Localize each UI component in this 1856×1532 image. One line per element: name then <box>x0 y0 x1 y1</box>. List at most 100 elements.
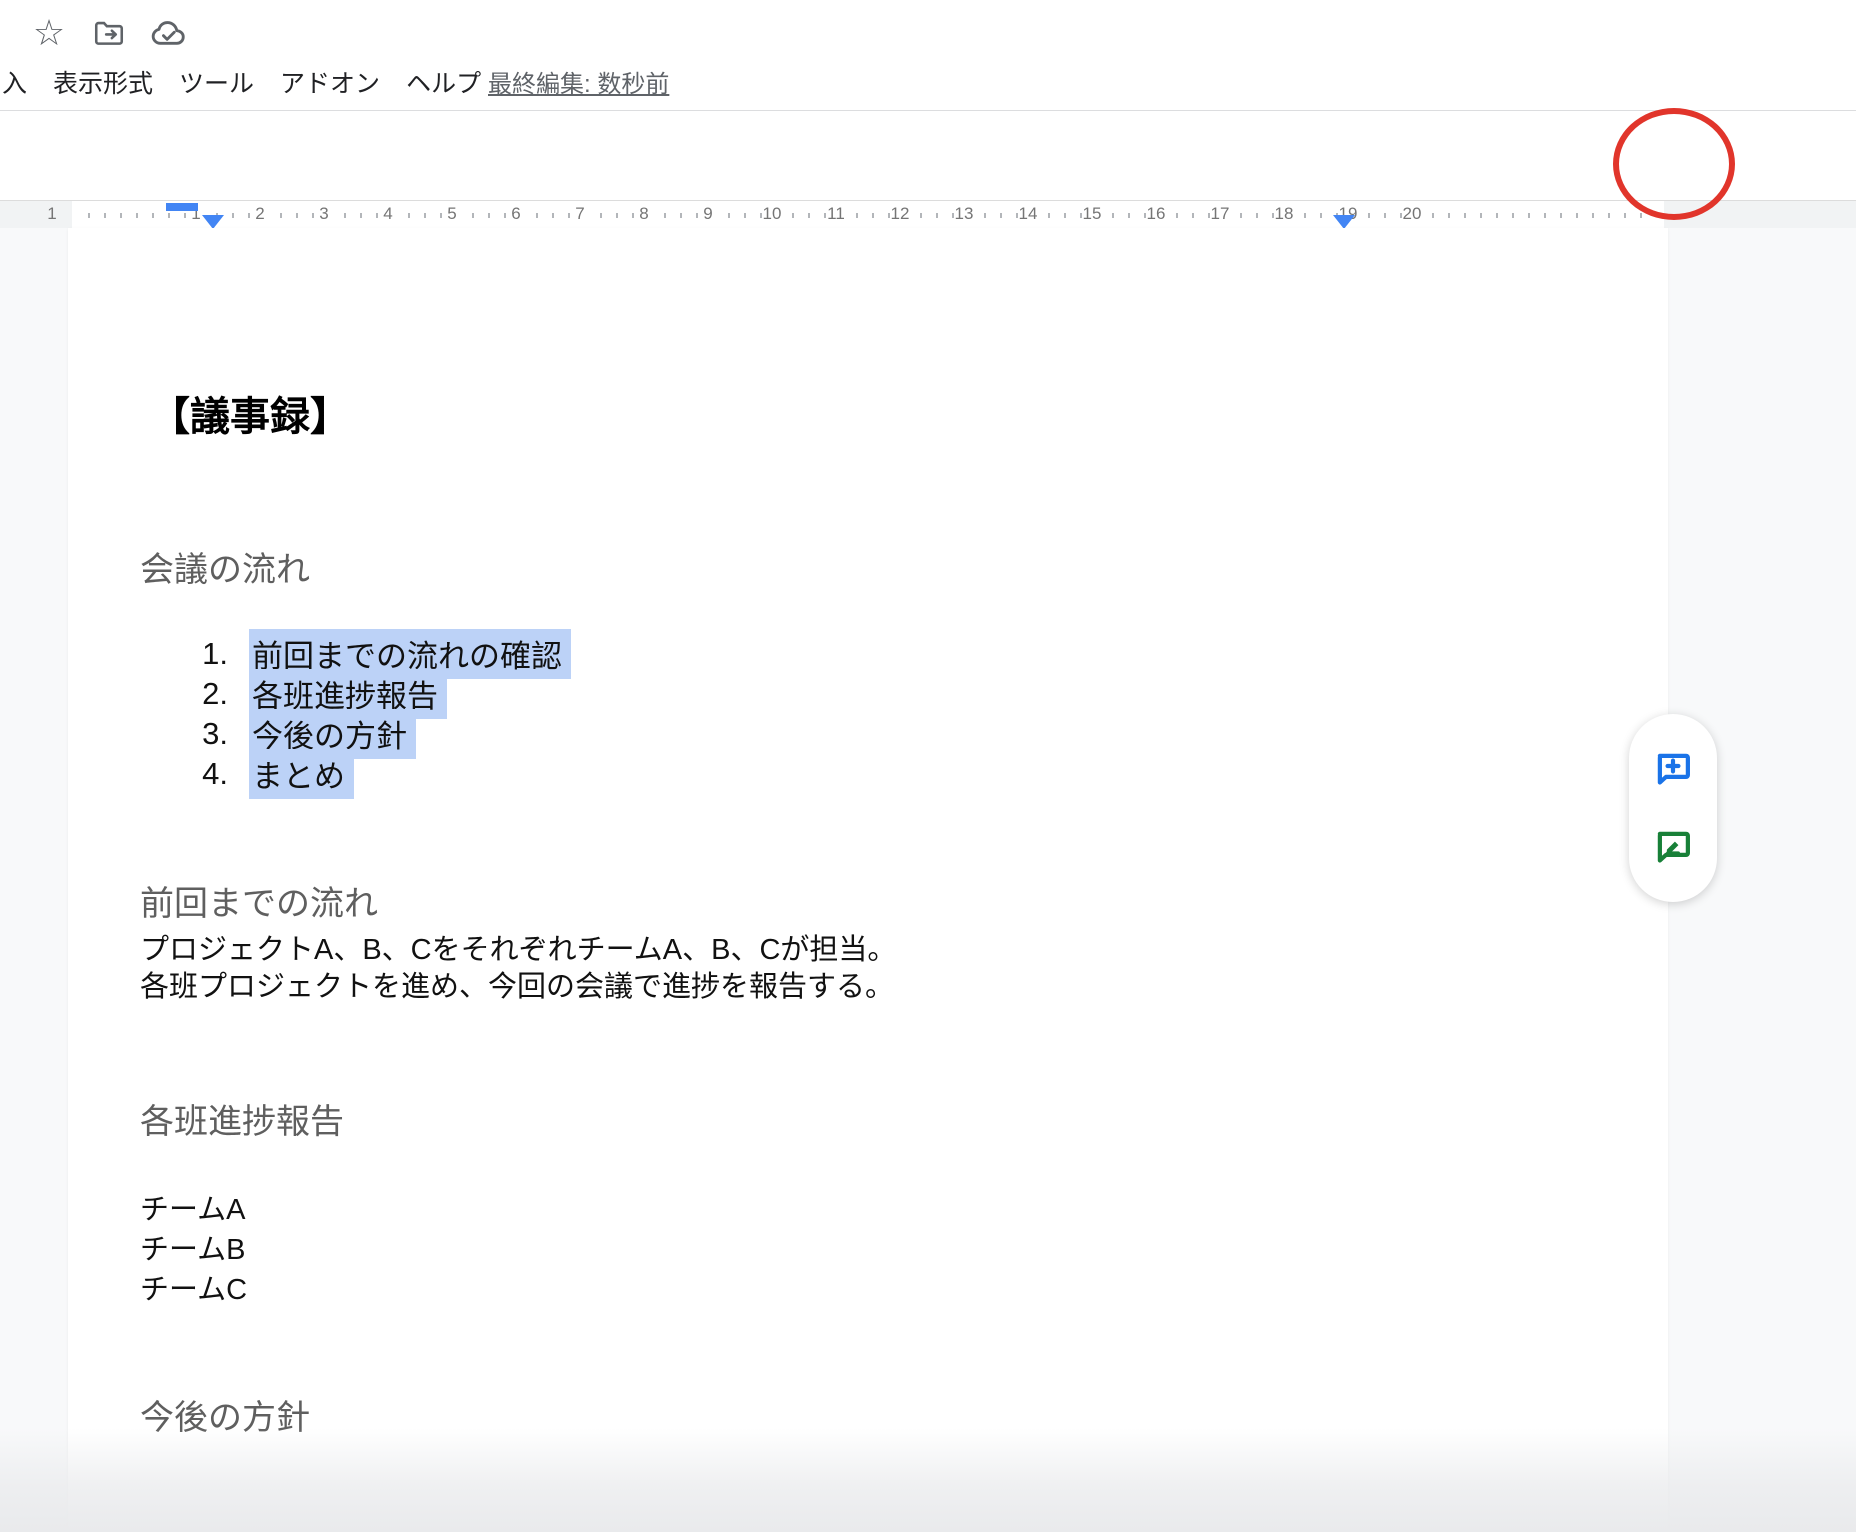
cloud-saved-icon[interactable] <box>150 14 188 52</box>
ruler-number: 12 <box>891 204 910 224</box>
body-paragraph: プロジェクトA、B、CをそれぞれチームA、B、Cが担当。各班プロジェクトを進め、… <box>140 932 896 1006</box>
ruler-tick <box>856 213 858 218</box>
ruler-number: 7 <box>575 204 584 224</box>
ruler-number: 11 <box>827 204 845 224</box>
ruler-tick <box>1304 213 1306 218</box>
side-action-pill <box>1629 714 1717 902</box>
ruler-tick <box>1112 213 1114 218</box>
team-list: チームAチームBチームC <box>140 1190 247 1310</box>
ruler-tick <box>360 213 362 218</box>
ruler-tick <box>296 213 298 218</box>
ruler-number: 2 <box>255 204 264 224</box>
ruler-tick <box>1464 213 1466 218</box>
body-line: 各班プロジェクトを進め、今回の会議で進捗を報告する。 <box>140 969 896 1006</box>
ruler-tick <box>664 213 666 218</box>
last-edit-link[interactable]: 最終編集: 数秒前 <box>488 64 669 99</box>
ruler-tick <box>248 213 250 218</box>
ruler-tick <box>232 213 234 218</box>
ruler-tick <box>936 213 938 218</box>
star-icon[interactable]: ☆ <box>30 14 68 52</box>
ruler-tick <box>168 213 170 218</box>
ruler-tick <box>280 213 282 218</box>
ruler-number: 8 <box>639 204 648 224</box>
list-item-number: 3. <box>140 716 228 752</box>
team-line: チームC <box>140 1270 247 1310</box>
menu-item[interactable]: 表示形式 <box>53 64 153 100</box>
team-line: チームB <box>140 1230 247 1270</box>
left-indent-marker[interactable] <box>202 215 224 229</box>
ruler-tick <box>1080 213 1082 218</box>
menu-item[interactable]: ツール <box>179 64 254 100</box>
ruler-number: 9 <box>703 204 712 224</box>
ruler-tick <box>104 213 106 218</box>
right-indent-marker[interactable] <box>1333 215 1355 229</box>
ruler-tick <box>552 213 554 218</box>
ruler-tick <box>1512 213 1514 218</box>
doc-title-text: 【議事録】 <box>150 384 350 442</box>
ruler-tick <box>1640 213 1642 218</box>
menu-item[interactable]: ヘルプ <box>406 64 481 100</box>
heading-policy: 今後の方針 <box>140 1390 310 1439</box>
ruler-tick <box>680 213 682 218</box>
ruler-tick <box>616 213 618 218</box>
first-line-indent-marker[interactable] <box>166 203 198 211</box>
ruler-tick <box>1208 213 1210 218</box>
ruler-tick <box>760 213 762 218</box>
ruler-tick <box>808 213 810 218</box>
ruler-tick <box>136 213 138 218</box>
document-page[interactable]: 【議事録】 会議の流れ 1. 前回までの流れの確認 2. 各班進捗報告 3 <box>68 228 1668 1532</box>
ruler-tick <box>920 213 922 218</box>
ruler-number: 5 <box>447 204 456 224</box>
doc-title-actions: ☆ <box>30 14 188 52</box>
ruler-number: 18 <box>1275 204 1294 224</box>
ruler-tick <box>1000 213 1002 218</box>
ruler-tick <box>1128 213 1130 218</box>
ruler-number: 15 <box>1083 204 1102 224</box>
ruler-tick <box>1256 213 1258 218</box>
menu-item[interactable]: 入 <box>2 64 27 100</box>
ruler-tick <box>744 213 746 218</box>
heading-progress: 各班進捗報告 <box>140 1094 344 1143</box>
ruler-tick <box>1384 213 1386 218</box>
ruler-number: 6 <box>511 204 520 224</box>
ruler-tick <box>728 213 730 218</box>
ruler-tick <box>504 213 506 218</box>
list-item-number: 4. <box>140 756 228 792</box>
ruler-tick <box>1064 213 1066 218</box>
ruler-tick <box>632 213 634 218</box>
heading-agenda: 会議の流れ <box>140 542 310 591</box>
ruler-tick <box>536 213 538 218</box>
ruler-number: 20 <box>1403 204 1422 224</box>
ruler-tick <box>1016 213 1018 218</box>
ruler-number: 10 <box>763 204 782 224</box>
list-item-number: 2. <box>140 676 228 712</box>
ruler-tick <box>888 213 890 218</box>
list-item: 3. 今後の方針 <box>140 714 571 754</box>
ruler-tick <box>440 213 442 218</box>
ruler-tick <box>1320 213 1322 218</box>
list-item: 4. まとめ <box>140 754 571 794</box>
ruler-number: 4 <box>383 204 392 224</box>
ruler-tick <box>312 213 314 218</box>
ruler-tick <box>1608 213 1610 218</box>
ruler-tick <box>408 213 410 218</box>
body-line: プロジェクトA、B、CをそれぞれチームA、B、Cが担当。 <box>140 932 896 969</box>
document-background: 【議事録】 会議の流れ 1. 前回までの流れの確認 2. 各班進捗報告 3 <box>0 228 1856 1532</box>
ruler-tick <box>1560 213 1562 218</box>
ruler-tick <box>1624 213 1626 218</box>
ruler-tick <box>424 213 426 218</box>
list-item-text-selected: まとめ <box>249 749 354 799</box>
add-comment-float-icon[interactable] <box>1651 747 1695 791</box>
suggest-edits-float-icon[interactable] <box>1651 825 1695 869</box>
ruler-number: 14 <box>1019 204 1038 224</box>
list-item-number: 1. <box>140 636 228 672</box>
ruler-tick <box>120 213 122 218</box>
menu-item[interactable]: アドオン <box>280 64 380 100</box>
ruler[interactable]: 11234567891011121314151617181920 <box>0 200 1856 228</box>
ruler-tick <box>1576 213 1578 218</box>
ruler-tick <box>1432 213 1434 218</box>
ruler-tick <box>1240 213 1242 218</box>
ruler-tick <box>184 213 186 218</box>
ruler-tick <box>1496 213 1498 218</box>
move-folder-icon[interactable] <box>90 14 128 52</box>
